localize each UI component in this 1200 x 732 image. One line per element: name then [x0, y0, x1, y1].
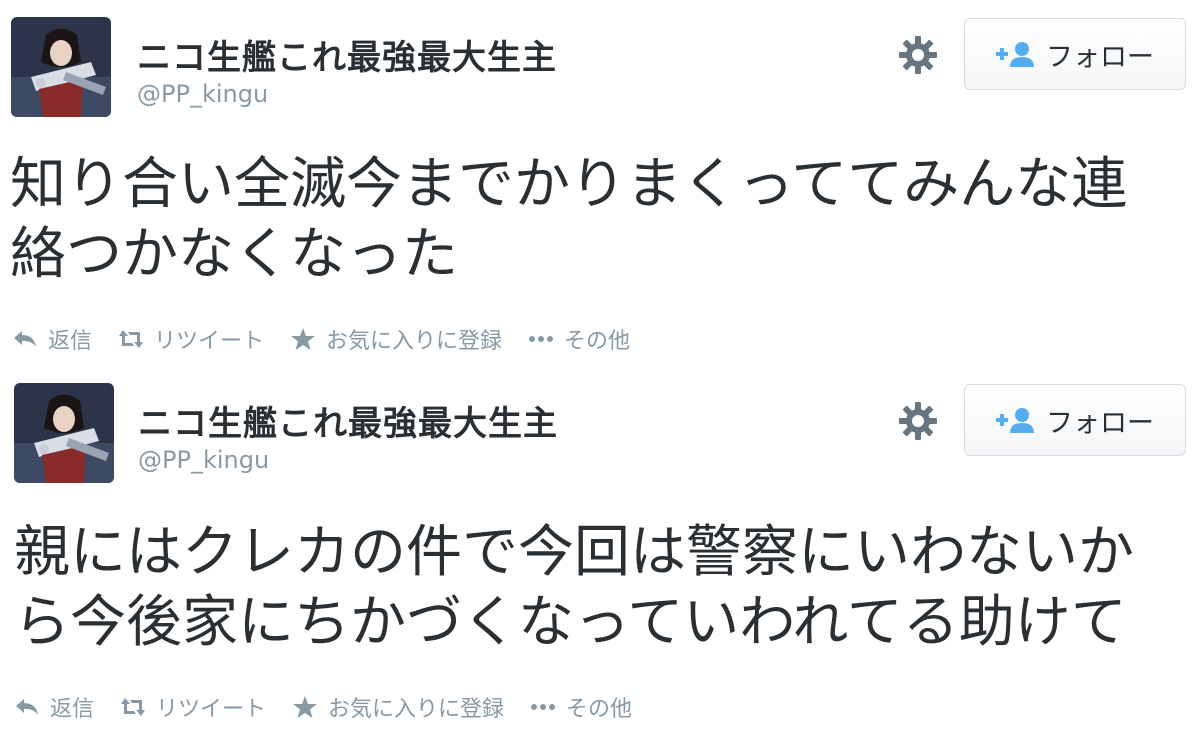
tweet-actions: 返信 リツイート お気に入りに登録 その他 — [14, 690, 658, 724]
display-name[interactable]: ニコ生艦これ最強最大生主 — [138, 396, 558, 445]
tweet-card: ニコ生艦これ最強最大生主 @PP_kingu フォロー — [0, 0, 1200, 366]
tweet-card: ニコ生艦これ最強最大生主 @PP_kingu フォロー — [0, 366, 1200, 732]
more-icon — [529, 336, 554, 342]
retweet-icon — [121, 698, 146, 716]
tweet-text: 知り合い全滅今までかりまくっててみんな連 絡つかなくなった — [10, 150, 1195, 290]
tweet-text-line: ら今後家にちかづくなっていわれてる助けて — [14, 590, 1127, 655]
screen-name[interactable]: @PP_kingu — [137, 80, 268, 108]
retweet-button[interactable]: リツイート — [120, 691, 266, 723]
avatar[interactable] — [11, 17, 111, 117]
tweet-text-line: 絡つかなくなった — [10, 222, 458, 287]
gear-icon[interactable] — [897, 400, 939, 442]
reply-label: 返信 — [50, 697, 95, 722]
tweet-actions: 返信 リツイート お気に入りに登録 その他 — [12, 322, 656, 356]
tweet-text-line: 親にはクレカの件で今回は警察にいわないか — [14, 520, 1134, 585]
reply-button[interactable]: 返信 — [12, 323, 92, 355]
retweet-label: リツイート — [154, 329, 265, 354]
retweet-icon — [119, 330, 144, 348]
more-label: その他 — [564, 329, 631, 354]
retweet-label: リツイート — [156, 697, 267, 722]
follow-label: フォロー — [1046, 41, 1154, 73]
reply-button[interactable]: 返信 — [14, 691, 94, 723]
tweet-text: 親にはクレカの件で今回は警察にいわないか ら今後家にちかづくなっていわれてる助け… — [14, 518, 1199, 658]
favorite-button[interactable]: お気に入りに登録 — [292, 691, 504, 723]
more-icon — [531, 704, 556, 710]
star-icon — [293, 696, 318, 718]
reply-icon — [14, 331, 36, 347]
avatar[interactable] — [14, 383, 114, 483]
star-icon — [291, 328, 316, 350]
gear-icon[interactable] — [897, 34, 939, 76]
add-user-icon — [996, 42, 1034, 67]
follow-button[interactable]: フォロー — [964, 384, 1186, 456]
reply-label: 返信 — [48, 329, 93, 354]
reply-icon — [16, 699, 38, 715]
favorite-button[interactable]: お気に入りに登録 — [290, 323, 502, 355]
more-button[interactable]: その他 — [528, 323, 630, 355]
screen-name[interactable]: @PP_kingu — [138, 446, 269, 474]
favorite-label: お気に入りに登録 — [326, 329, 503, 354]
more-label: その他 — [566, 697, 633, 722]
display-name[interactable]: ニコ生艦これ最強最大生主 — [137, 30, 557, 79]
retweet-button[interactable]: リツイート — [118, 323, 264, 355]
tweet-text-line: 知り合い全滅今までかりまくっててみんな連 — [10, 152, 1128, 217]
follow-button[interactable]: フォロー — [964, 18, 1186, 90]
add-user-icon — [996, 408, 1034, 433]
more-button[interactable]: その他 — [530, 691, 632, 723]
favorite-label: お気に入りに登録 — [328, 697, 505, 722]
follow-label: フォロー — [1046, 407, 1154, 439]
